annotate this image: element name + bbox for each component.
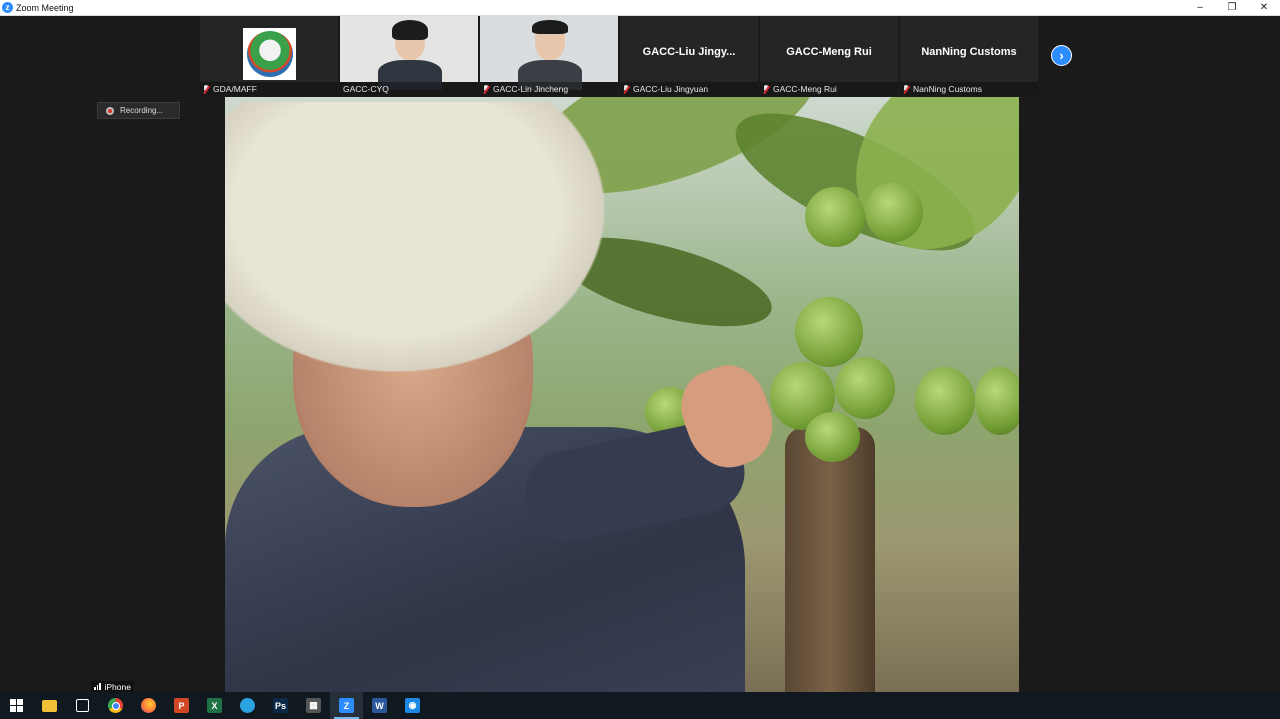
speaker-name-label: iPhone — [91, 681, 134, 692]
muted-mic-icon — [203, 84, 209, 94]
zoom-icon[interactable]: Z — [330, 692, 363, 719]
excel-icon[interactable]: X — [198, 692, 231, 719]
participant-display-name: GACC-Meng Rui — [786, 46, 872, 58]
file-explorer-icon[interactable] — [33, 692, 66, 719]
recording-label: Recording... — [120, 106, 164, 115]
window-controls: – ❐ ✕ — [1184, 0, 1280, 15]
muted-mic-icon — [483, 84, 489, 94]
firefox-icon — [141, 698, 156, 713]
photoshop-icon: Ps — [273, 698, 288, 713]
word-icon: W — [372, 698, 387, 713]
calculator-icon[interactable]: ▦ — [297, 692, 330, 719]
store-icon — [76, 699, 89, 712]
window-title: Zoom Meeting — [16, 2, 74, 13]
participant-name: NanNing Customs — [913, 84, 982, 94]
main-speaker-video — [225, 97, 1019, 692]
start-menu-button[interactable] — [0, 692, 33, 719]
maff-logo — [243, 28, 296, 80]
powerpoint-icon: P — [174, 698, 189, 713]
participant-strip: GDA/MAFF GACC-CYQ GACC-Lin Jincheng GACC… — [200, 16, 1040, 96]
telegram-icon — [240, 698, 255, 713]
participant-display-name: GACC-Liu Jingy... — [642, 46, 736, 58]
participant-nameplate: GACC-Meng Rui — [760, 82, 898, 96]
participant-video — [340, 16, 478, 90]
participant-name: GACC-Liu Jingyuan — [633, 84, 709, 94]
participant-tile-nanning-customs[interactable]: NanNing Customs NanNing Customs — [900, 16, 1038, 96]
network-app-icon: ◉ — [405, 698, 420, 713]
participant-name: GACC-Lin Jincheng — [493, 84, 569, 94]
zoom-icon: Z — [339, 698, 354, 713]
participant-tile-gda-maff[interactable]: GDA/MAFF — [200, 16, 338, 96]
powerpoint-icon[interactable]: P — [165, 692, 198, 719]
title-bar: z Zoom Meeting – ❐ ✕ — [0, 0, 1280, 16]
muted-mic-icon — [903, 84, 909, 94]
participant-tile-gacc-cyq[interactable]: GACC-CYQ — [340, 16, 478, 96]
windows-taskbar: P X Ps ▦ Z W ◉ — [0, 692, 1280, 719]
next-page-button[interactable]: › — [1051, 45, 1072, 66]
chevron-right-icon: › — [1059, 48, 1064, 63]
calculator-icon: ▦ — [306, 698, 321, 713]
telegram-icon[interactable] — [231, 692, 264, 719]
close-button[interactable]: ✕ — [1248, 0, 1280, 15]
zoom-logo-icon: z — [2, 2, 13, 13]
participant-display-name: NanNing Customs — [921, 46, 1017, 58]
firefox-icon[interactable] — [132, 692, 165, 719]
participant-nameplate: GACC-Liu Jingyuan — [620, 82, 758, 96]
network-app-icon[interactable]: ◉ — [396, 692, 429, 719]
start-menu-icon — [9, 698, 24, 713]
chrome-icon[interactable] — [99, 692, 132, 719]
participant-name: GDA/MAFF — [213, 84, 257, 94]
photoshop-icon[interactable]: Ps — [264, 692, 297, 719]
participant-tile-gacc-liu-jingyuan[interactable]: GACC-Liu Jingy... GACC-Liu Jingyuan — [620, 16, 758, 96]
participant-video — [480, 16, 618, 90]
record-icon — [106, 106, 114, 115]
participant-nameplate: GACC-CYQ — [340, 82, 478, 96]
participant-name: GACC-CYQ — [343, 84, 389, 94]
participant-name: GACC-Meng Rui — [773, 84, 837, 94]
participant-tile-gacc-lin-jincheng[interactable]: GACC-Lin Jincheng — [480, 16, 618, 96]
muted-mic-icon — [623, 84, 629, 94]
restore-button[interactable]: ❐ — [1216, 0, 1248, 15]
chrome-icon — [108, 698, 123, 713]
store-icon[interactable] — [66, 692, 99, 719]
word-icon[interactable]: W — [363, 692, 396, 719]
speaker-name: iPhone — [104, 681, 131, 692]
recording-indicator[interactable]: Recording... — [97, 102, 180, 119]
participant-nameplate: GDA/MAFF — [200, 82, 338, 96]
participant-nameplate: NanNing Customs — [900, 82, 1038, 96]
participant-tile-gacc-meng-rui[interactable]: GACC-Meng Rui GACC-Meng Rui — [760, 16, 898, 96]
minimize-button[interactable]: – — [1184, 0, 1216, 15]
signal-bars-icon — [94, 683, 102, 690]
file-explorer-icon — [42, 699, 57, 712]
muted-mic-icon — [763, 84, 769, 94]
participant-nameplate: GACC-Lin Jincheng — [480, 82, 618, 96]
excel-icon: X — [207, 698, 222, 713]
